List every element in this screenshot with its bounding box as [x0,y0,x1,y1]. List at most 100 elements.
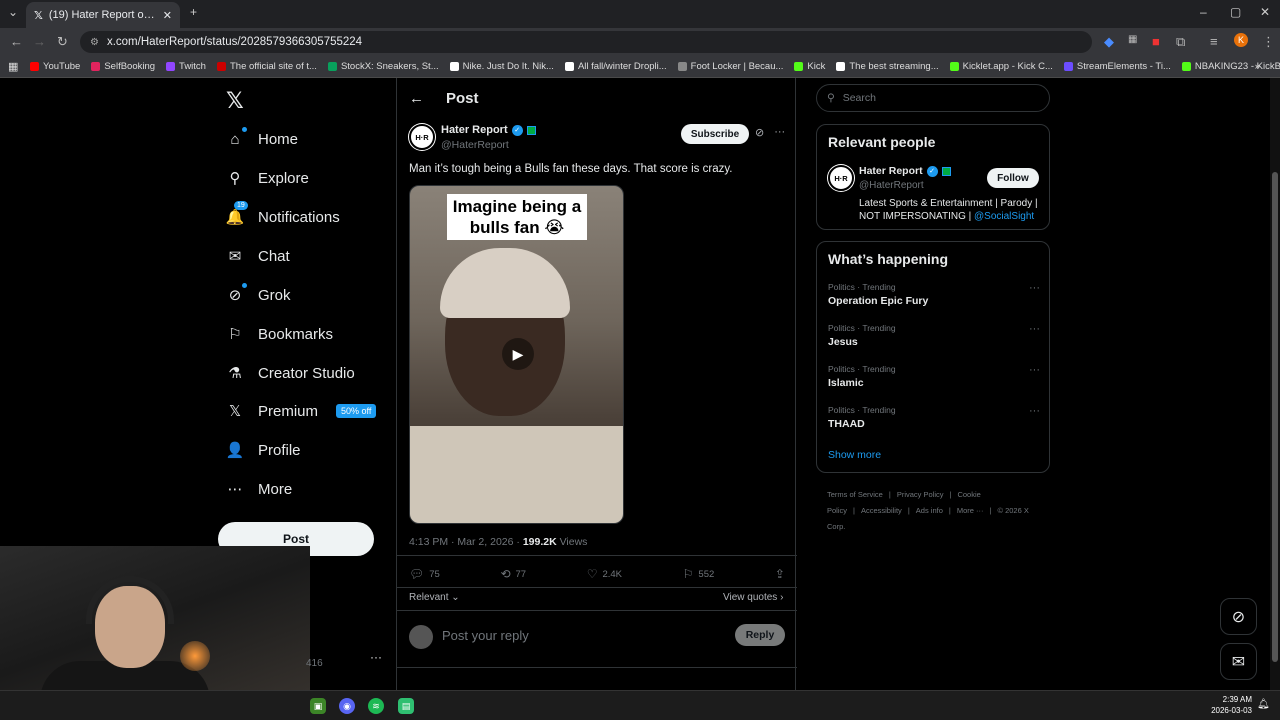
bookmark-item[interactable]: YouTube [30,61,80,72]
post-timestamp[interactable]: 4:13 PM · Mar 2, 2026 · [409,536,523,548]
play-icon[interactable]: ▶ [502,338,534,370]
nav-item-premium[interactable]: 𝕏 Premium 50% off [226,402,377,420]
active-tab[interactable]: 𝕏 (19) Hater Report on X: "M... ✕ [26,2,180,28]
author-name[interactable]: Hater Report [441,124,508,136]
follow-button[interactable]: Follow [987,168,1039,188]
nav-item-notifications[interactable]: 🔔 19 Notifications [226,201,340,226]
bookmark-item[interactable]: Foot Locker | Becau... [677,61,784,72]
share-action[interactable]: ⇪ [775,567,785,581]
bookmark-item[interactable]: The official site of t... [216,61,317,72]
trend-item[interactable]: Politics · Trending Jesus ··· [828,323,1040,348]
search-input[interactable]: ⚲ Search [816,84,1050,112]
apps-grid-icon[interactable]: ▦ [8,60,18,73]
messages-fab-icon[interactable]: ✉ [1220,643,1257,680]
grok-fab-icon[interactable]: ⊘ [1220,598,1257,635]
notification-bell-icon[interactable]: 🔔︎ [1257,699,1270,710]
spotify-icon[interactable]: ≋ [368,698,384,714]
site-info-icon[interactable]: ⚙ [90,37,99,48]
grok-explain-icon[interactable]: ⊘ [755,126,764,139]
extension-icon[interactable]: ◆ [1104,34,1114,50]
footer-link[interactable]: More ··· [957,506,984,515]
tab-search-icon[interactable]: ⌄ [8,5,18,19]
bookmark-item[interactable]: NBAKING23 - KickBot [1181,61,1280,72]
nav-item-chat[interactable]: ✉ Chat [226,247,290,266]
trend-more-icon[interactable]: ··· [1029,364,1040,376]
trend-more-icon[interactable]: ··· [1029,405,1040,417]
maximize-icon[interactable]: ▢ [1230,5,1241,19]
footer-link[interactable]: Accessibility [861,506,902,515]
trend-more-icon[interactable]: ··· [1029,323,1040,335]
extensions-puzzle-icon[interactable]: ⧉ [1176,34,1185,50]
nav-item-home[interactable]: ⌂ Home [226,127,299,148]
discord-icon[interactable]: ◉ [339,698,355,714]
nav-item-creator-studio[interactable]: ⚗ Creator Studio [226,364,354,383]
nav-item-label: Home [258,130,299,148]
bookmark-item[interactable]: StreamElements - Ti... [1063,61,1171,72]
bookmarks-overflow-icon[interactable]: » [1255,61,1260,72]
video-thumbnail[interactable]: Imagine being a bulls fan 😭 ▶ [409,185,624,524]
bookmark-item[interactable]: Twitch [166,61,206,72]
person-name-row[interactable]: Hater Report ✓ [859,165,951,177]
trend-item[interactable]: Politics · Trending Islamic ··· [828,364,1040,389]
app-icon[interactable]: ▤ [398,698,414,714]
view-quotes-link[interactable]: View quotes › [723,592,783,603]
minimize-icon[interactable]: – [1200,5,1207,19]
footer-link[interactable]: Privacy Policy [897,490,944,499]
bookmark-action[interactable]: ⚐ 552 [683,567,715,581]
nav-item-explore[interactable]: ⚲ Explore [226,169,309,188]
browser-menu-icon[interactable]: ⋮ [1262,34,1275,50]
bookmark-item[interactable]: SelfBooking [91,61,155,72]
like-action[interactable]: ♡ 2.4K [587,567,622,581]
trend-item[interactable]: Politics · Trending THAAD ··· [828,405,1040,430]
x-logo-icon[interactable]: 𝕏 [226,88,244,114]
person-name[interactable]: Hater Report [859,165,923,177]
subscribe-button[interactable]: Subscribe [681,124,749,144]
media-icon[interactable]: ≡ [1210,34,1218,49]
extension-red-icon[interactable]: ■ [1152,34,1160,49]
minecraft-icon[interactable]: ▣ [310,698,326,714]
trend-more-icon[interactable]: ··· [1029,282,1040,294]
bookmark-item[interactable]: The best streaming... [836,61,939,72]
scrollbar-thumb[interactable] [1272,172,1278,662]
forward-icon[interactable]: → [33,34,46,49]
repost-action[interactable]: ⟲ 77 [500,567,526,581]
nav-item-profile[interactable]: 👤 Profile [226,441,301,460]
author-avatar[interactable]: H·R [409,124,435,150]
person-handle[interactable]: @HaterReport [859,180,924,191]
show-more-link[interactable]: Show more [828,449,881,461]
reply-sort-dropdown[interactable]: Relevant ⌄ [409,592,460,603]
bookmark-item[interactable]: StockX: Sneakers, St... [327,61,439,72]
nav-item-grok[interactable]: ⊘ Grok [226,283,291,304]
close-tab-icon[interactable]: ✕ [163,9,172,22]
reply-button[interactable]: Reply [735,624,785,646]
new-tab-icon[interactable]: + [190,5,197,19]
bookmark-item[interactable]: Kick [794,61,825,72]
page-scrollbar[interactable] [1270,78,1280,690]
reply-action[interactable]: 💬︎ 75 [409,567,440,581]
author-handle[interactable]: @HaterReport [441,139,509,151]
reload-icon[interactable]: ↻ [57,34,68,50]
system-clock[interactable]: 2:39 AM 2026-03-03 [1208,694,1252,716]
trend-item[interactable]: Politics · Trending Operation Epic Fury ··… [828,282,1040,307]
profile-avatar[interactable]: K [1234,33,1248,47]
back-arrow-icon[interactable]: ← [409,90,424,107]
reply-input[interactable]: Post your reply [442,628,529,643]
back-icon[interactable]: ← [10,34,23,49]
person-avatar[interactable]: H·R [828,165,854,191]
address-bar[interactable]: ⚙ x.com/HaterReport/status/2028579366305… [80,31,1092,53]
account-menu-icon[interactable]: ··· [370,650,382,664]
bookmark-item[interactable]: All fall/winter Dropli... [564,61,667,72]
bio-mention-link[interactable]: @SocialSight [974,211,1034,222]
extension-counter-icon[interactable]: ▦ [1128,34,1137,45]
bookmark-item[interactable]: Kicklet.app - Kick C... [949,61,1053,72]
bookmark-item[interactable]: Nike. Just Do It. Nik... [449,61,554,72]
nav-item-bookmarks[interactable]: ⚐ Bookmarks [226,325,333,344]
close-window-icon[interactable]: ✕ [1260,5,1270,19]
bookmark-label: StockX: Sneakers, St... [340,61,439,72]
footer-link[interactable]: Terms of Service [827,490,883,499]
author-name-row[interactable]: Hater Report ✓ [441,124,536,136]
nav-item-more[interactable]: ⋯ More [226,480,293,499]
footer-link[interactable]: Ads info [916,506,943,515]
more-options-icon[interactable]: ··· [774,126,785,139]
bookmark-label: Foot Locker | Becau... [690,61,784,72]
